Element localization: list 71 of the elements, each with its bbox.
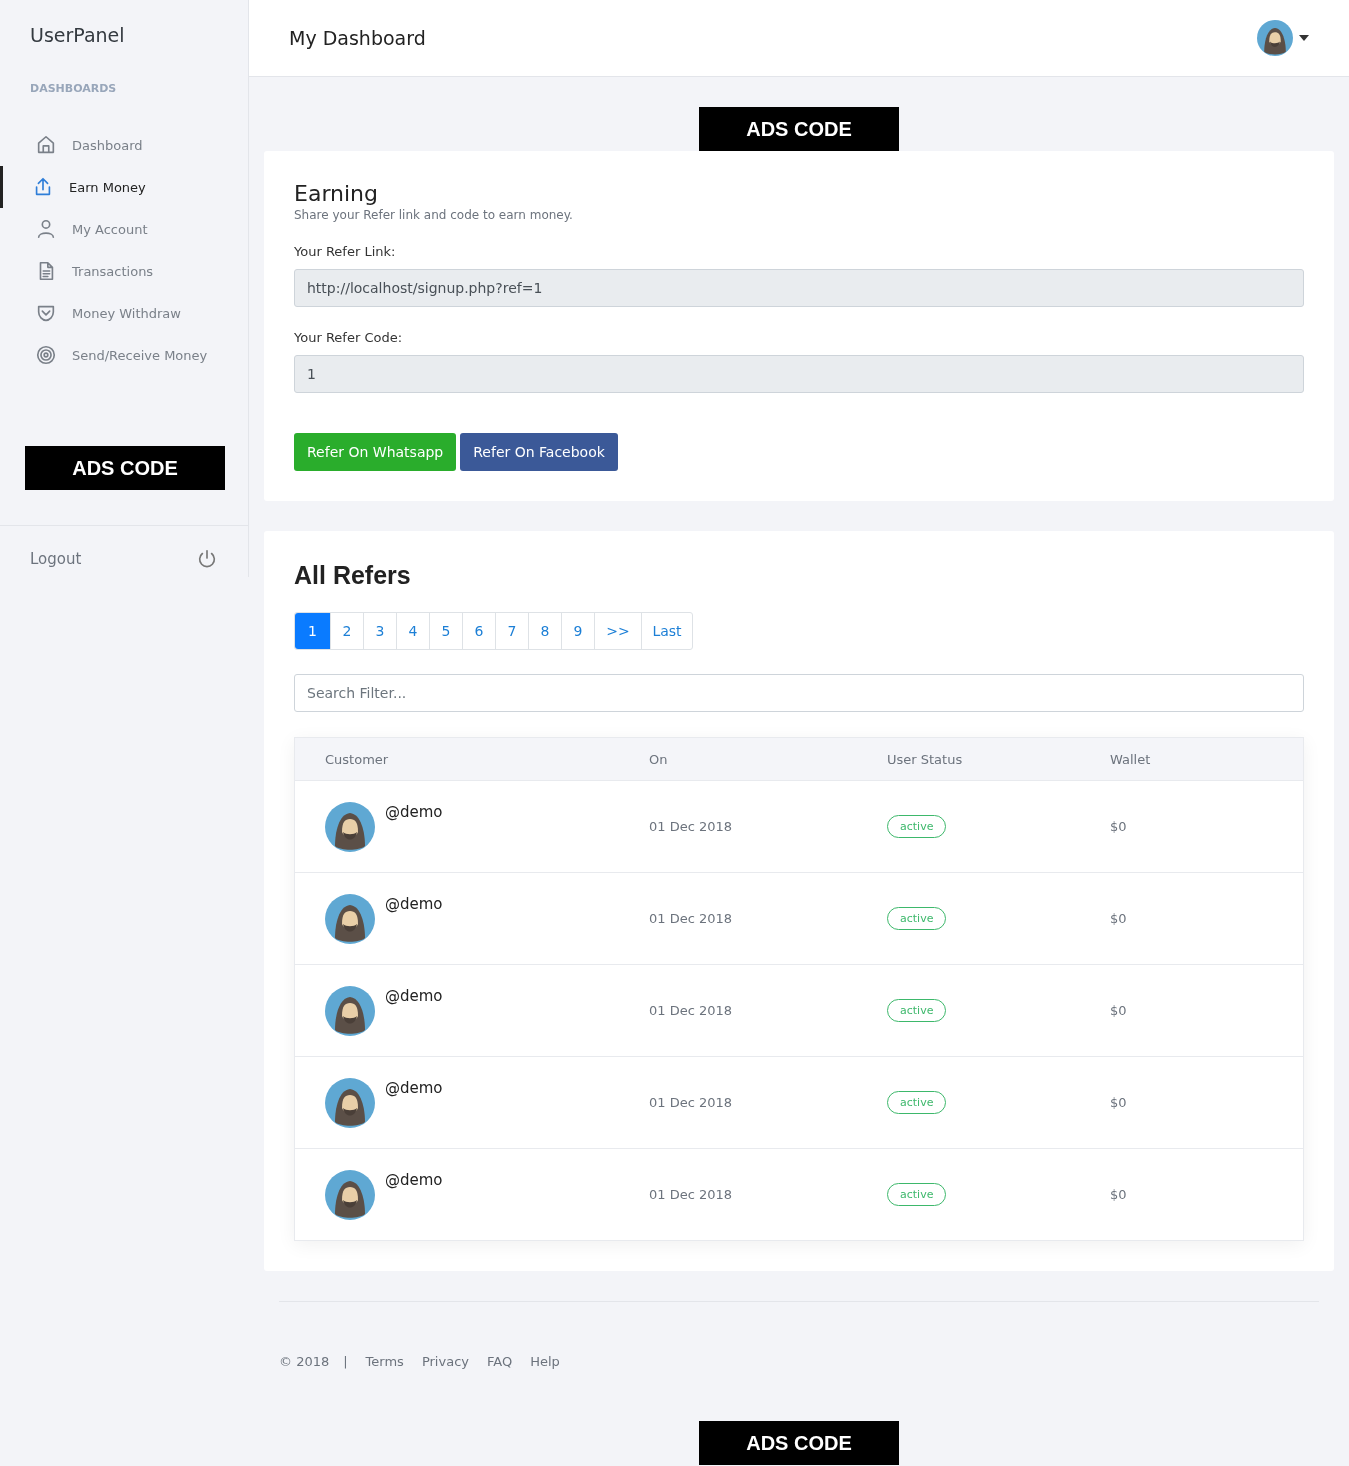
text-field[interactable]: http://localhost/signup.php?ref=1 [294, 269, 1304, 307]
page-link[interactable]: 3 [363, 613, 396, 649]
nav-item[interactable]: Earn Money [0, 166, 248, 208]
username: @demo [385, 1078, 443, 1097]
page-link[interactable]: 2 [330, 613, 363, 649]
user-icon [35, 218, 57, 240]
footer-link[interactable]: Terms [365, 1353, 404, 1369]
brand-name: UserPanel [29, 23, 126, 48]
avatar-icon [1257, 20, 1293, 56]
avatar-icon [325, 1169, 375, 1220]
field-label: Your Refer Link: [294, 244, 397, 259]
ad-banner: ADS CODE [25, 446, 225, 490]
avatar-icon [325, 893, 375, 944]
footer-link[interactable]: Privacy [421, 1353, 469, 1369]
username: @demo [385, 894, 443, 913]
ad-banner: ADS CODE [699, 107, 899, 151]
date-cell-text: 01 Dec 2018 [649, 1003, 734, 1018]
username: @demo [385, 802, 443, 821]
page-link[interactable]: 9 [561, 613, 594, 649]
search-field[interactable]: Search Filter... [294, 674, 1304, 712]
home-icon [35, 134, 57, 156]
card-title: All Refers [294, 561, 412, 590]
wallet-cell-text: $0 [1110, 1187, 1128, 1202]
nav-item[interactable]: Transactions [0, 250, 248, 292]
page-link[interactable]: 7 [495, 613, 528, 649]
page-link[interactable]: 8 [528, 613, 561, 649]
logout-link[interactable]: Logout [30, 550, 82, 568]
profile-menu[interactable] [1257, 20, 1309, 56]
nav-item[interactable]: Send/Receive Money [0, 334, 248, 376]
date-cell-text: 01 Dec 2018 [649, 1187, 734, 1202]
page-link[interactable]: 1 [295, 613, 330, 649]
column-header: Customer [325, 751, 390, 767]
nav-item[interactable]: Money Withdraw [0, 292, 248, 334]
page-link[interactable]: 5 [429, 613, 462, 649]
column-header: On [649, 751, 669, 767]
page-link[interactable]: Last [641, 613, 692, 649]
card-subtitle: Share your Refer link and code to earn money. [294, 208, 574, 222]
wallet-cell-text: $0 [1110, 911, 1128, 926]
page-link[interactable]: 4 [396, 613, 429, 649]
footer-link[interactable]: Help [530, 1353, 560, 1369]
text-field[interactable]: 1 [294, 355, 1304, 393]
date-cell-text: 01 Dec 2018 [649, 819, 734, 834]
date-cell-text: 01 Dec 2018 [649, 911, 734, 926]
separator: | [343, 1353, 348, 1369]
avatar-icon [325, 1077, 375, 1128]
username: @demo [385, 1170, 443, 1189]
ad-banner: ADS CODE [699, 1421, 899, 1465]
caret-icon [1299, 35, 1309, 41]
wallet-cell-text: $0 [1110, 819, 1128, 834]
footer-link[interactable]: FAQ [487, 1353, 513, 1369]
avatar-icon [325, 985, 375, 1036]
whatsapp-button[interactable]: Refer On Whatsapp [294, 433, 457, 471]
section-label: DASHBOARDS [29, 81, 118, 97]
nav-item[interactable]: Dashboard [0, 124, 248, 166]
copyright: © 2018 [279, 1353, 330, 1369]
wallet-cell-text: $0 [1110, 1095, 1128, 1110]
card-title: Earning [294, 181, 379, 206]
target-icon [35, 344, 57, 366]
field-label: Your Refer Code: [294, 330, 404, 345]
column-header: Wallet [1110, 751, 1152, 767]
page-link[interactable]: 6 [462, 613, 495, 649]
page-link[interactable]: >> [594, 613, 641, 649]
username: @demo [385, 986, 443, 1005]
page-title: My Dashboard [289, 27, 426, 49]
avatar-icon [325, 801, 375, 852]
facebook-button[interactable]: Refer On Facebook [460, 433, 618, 471]
wallet-cell-text: $0 [1110, 1003, 1128, 1018]
power-icon[interactable] [196, 548, 218, 570]
nav-item[interactable]: My Account [0, 208, 248, 250]
column-header: User Status [887, 751, 964, 767]
date-cell-text: 01 Dec 2018 [649, 1095, 734, 1110]
